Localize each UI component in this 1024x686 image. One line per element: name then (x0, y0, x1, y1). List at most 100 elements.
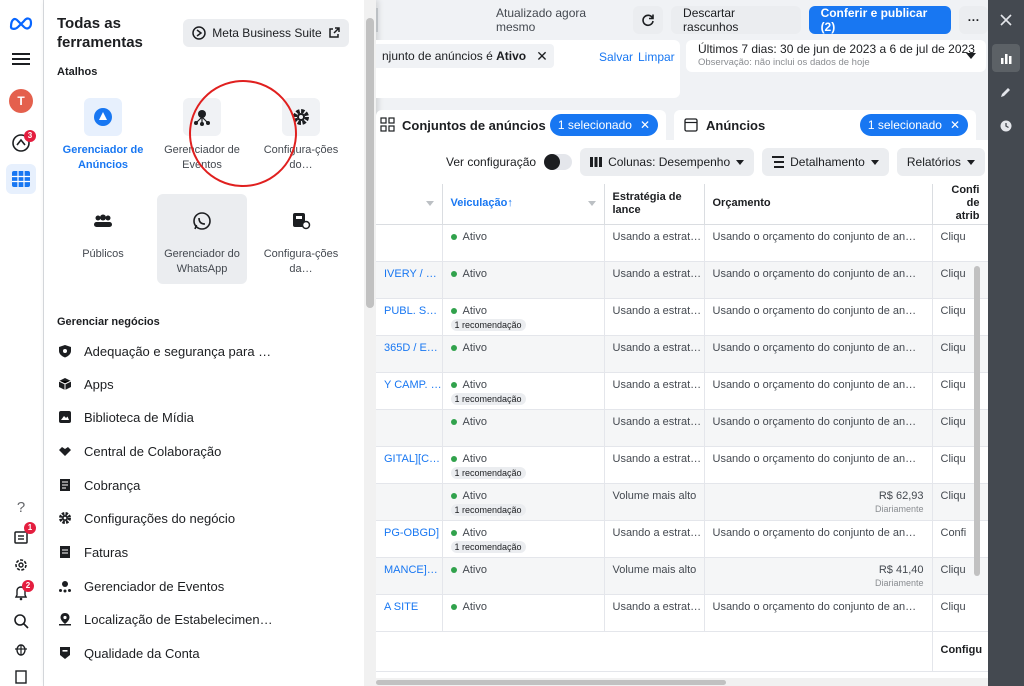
bid-strategy-cell[interactable]: Usando a estrat… (604, 224, 705, 262)
biz-item-business-settings[interactable]: Configurações do negócio (58, 505, 358, 531)
breakdown-button[interactable]: Detalhamento (762, 148, 889, 176)
biz-item-media-library[interactable]: Biblioteca de Mídia (58, 404, 358, 430)
budget-cell[interactable]: R$ 62,93 Diariamente (704, 483, 933, 521)
biz-item-brand-safety[interactable]: Adequação e segurança para … (58, 338, 358, 364)
adset-name-cell[interactable]: IVERY / … (376, 261, 443, 299)
recommendation-badge[interactable]: 1 recomendação (450, 503, 526, 516)
notifications-icon[interactable]: 3 (6, 128, 36, 158)
refresh-button[interactable] (632, 6, 664, 34)
report-icon[interactable] (6, 662, 36, 686)
budget-cell[interactable]: Usando o orçamento do conjunto de an… (704, 594, 933, 632)
budget-cell[interactable]: Usando o orçamento do conjunto de an… (704, 298, 933, 336)
adset-name-cell[interactable] (376, 224, 443, 262)
tile-events-manager[interactable]: Gerenciador de Eventos (157, 90, 247, 180)
table-row[interactable]: Ativo 1 recomendação Volume mais alto R$ 62… (376, 483, 988, 521)
column-header-bid-strategy[interactable]: Estratégia de lance (604, 184, 705, 225)
save-filter-link[interactable]: Salvar (599, 50, 633, 64)
review-publish-button[interactable]: Conferir e publicar (2) (808, 6, 952, 34)
budget-cell[interactable]: Usando o orçamento do conjunto de an… (704, 372, 933, 410)
bid-strategy-cell[interactable]: Usando a estrat… (604, 261, 705, 299)
tab-ad-sets[interactable]: Conjuntos de anúncios 1 selecionado ✕ (376, 110, 666, 140)
table-row[interactable]: Ativo Usando a estrat… Usando o orçamento … (376, 224, 988, 262)
bid-strategy-cell[interactable]: Usando a estrat… (604, 335, 705, 373)
bell-icon[interactable]: 2 (6, 578, 36, 608)
bid-strategy-cell[interactable]: Usando a estrat… (604, 409, 705, 447)
budget-cell[interactable]: R$ 41,40 Diariamente (704, 557, 933, 595)
close-icon[interactable]: ✕ (640, 118, 650, 132)
budget-cell[interactable]: Usando o orçamento do conjunto de an… (704, 446, 933, 484)
adset-name-cell[interactable]: Y CAMP. … (376, 372, 443, 410)
budget-cell[interactable]: Usando o orçamento do conjunto de an… (704, 409, 933, 447)
bid-strategy-cell[interactable]: Volume mais alto (604, 557, 705, 595)
close-icon[interactable]: ✕ (950, 118, 960, 132)
adset-name-cell[interactable]: 365D / E… (376, 335, 443, 373)
columns-button[interactable]: Colunas: Desempenho (580, 148, 755, 176)
clear-filter-link[interactable]: Limpar (638, 50, 675, 64)
horizontal-scrollbar[interactable] (376, 678, 988, 686)
biz-item-billing[interactable]: Cobrança (58, 472, 358, 498)
table-row[interactable]: GITAL][C… Ativo 1 recomendação Usando a est… (376, 446, 988, 484)
adset-name-cell[interactable] (376, 409, 443, 447)
grid-scrollbar[interactable] (972, 228, 982, 648)
bug-icon[interactable] (6, 634, 36, 664)
adsets-selected-pill[interactable]: 1 selecionado ✕ (549, 114, 658, 136)
biz-item-events-manager[interactable]: Gerenciador de Eventos (58, 573, 358, 599)
biz-item-store-locations[interactable]: Localização de Estabelecimen… (58, 606, 358, 632)
grid-table-icon[interactable] (6, 164, 36, 194)
charts-button[interactable] (992, 44, 1020, 72)
close-icon[interactable]: ✕ (536, 48, 548, 65)
discard-drafts-button[interactable]: Descartar rascunhos (671, 6, 801, 34)
budget-cell[interactable]: Usando o orçamento do conjunto de an… (704, 520, 933, 558)
tile-audiences[interactable]: Públicos (58, 194, 148, 284)
biz-item-apps[interactable]: Apps (58, 371, 358, 397)
more-options-button[interactable]: ··· (959, 6, 988, 34)
help-icon[interactable]: ? (6, 492, 36, 522)
adset-name-cell[interactable]: GITAL][C… (376, 446, 443, 484)
horizontal-scrollbar-thumb[interactable] (376, 680, 726, 685)
budget-cell[interactable]: Usando o orçamento do conjunto de an… (704, 335, 933, 373)
table-row[interactable]: MANCE]… Ativo Volume mais alto R$ 41,40 Diar… (376, 557, 988, 595)
column-header-attribution[interactable]: Confi de atrib (932, 184, 988, 225)
table-row[interactable]: IVERY / … Ativo Usando a estrat… Usando o o… (376, 261, 988, 299)
close-panel-button[interactable] (992, 6, 1020, 34)
bid-strategy-cell[interactable]: Usando a estrat… (604, 520, 705, 558)
tile-whatsapp-manager[interactable]: Gerenciador do WhatsApp (157, 194, 247, 284)
bid-strategy-cell[interactable]: Usando a estrat… (604, 298, 705, 336)
reports-button[interactable]: Relatórios (896, 148, 985, 176)
recommendation-badge[interactable]: 1 recomendação (450, 466, 526, 479)
meta-business-suite-button[interactable]: Meta Business Suite (183, 19, 349, 47)
search-icon[interactable] (6, 606, 36, 636)
biz-item-account-quality[interactable]: Qualidade da Conta (58, 640, 358, 666)
filter-chip[interactable]: njunto de anúncios é Ativo ✕ (376, 44, 554, 68)
tile-ads-manager[interactable]: Gerenciador de Anúncios (58, 90, 148, 180)
column-header-delivery[interactable]: Veiculação↑ (442, 184, 605, 225)
tools-scrollbar-thumb[interactable] (366, 18, 374, 308)
recommendation-badge[interactable]: 1 recomendação (450, 392, 526, 405)
tile-page-settings[interactable]: Configura-ções da… (256, 194, 346, 284)
bid-strategy-cell[interactable]: Usando a estrat… (604, 594, 705, 632)
table-row[interactable]: PG-OBGD] Ativo 1 recomendação Usando a estr… (376, 520, 988, 558)
tools-scrollbar[interactable] (364, 0, 376, 686)
table-row[interactable]: PUBL. S… Ativo 1 recomendação Usando a estr… (376, 298, 988, 336)
biz-item-invoices[interactable]: Faturas (58, 539, 358, 565)
budget-cell[interactable]: Usando o orçamento do conjunto de an… (704, 224, 933, 262)
adset-name-cell[interactable]: PG-OBGD] (376, 520, 443, 558)
view-config-toggle[interactable] (544, 154, 573, 170)
menu-icon[interactable] (6, 44, 36, 74)
column-header-name[interactable] (376, 184, 443, 225)
adset-name-cell[interactable]: MANCE]… (376, 557, 443, 595)
table-row[interactable]: A SITE Ativo Usando a estrat… Usando o orça… (376, 594, 988, 632)
tile-settings[interactable]: Configura-ções do… (256, 90, 346, 180)
history-button[interactable] (992, 112, 1020, 140)
biz-item-collaboration-center[interactable]: Central de Colaboração (58, 438, 358, 464)
bid-strategy-cell[interactable]: Volume mais alto (604, 483, 705, 521)
meta-logo-icon[interactable] (6, 8, 36, 38)
table-row[interactable]: Y CAMP. … Ativo 1 recomendação Usando a est… (376, 372, 988, 410)
tab-ads[interactable]: Anúncios 1 selecionado ✕ (674, 110, 976, 140)
bid-strategy-cell[interactable]: Usando a estrat… (604, 446, 705, 484)
adset-name-cell[interactable]: PUBL. S… (376, 298, 443, 336)
ads-selected-pill[interactable]: 1 selecionado ✕ (859, 114, 968, 136)
bid-strategy-cell[interactable]: Usando a estrat… (604, 372, 705, 410)
budget-cell[interactable]: Usando o orçamento do conjunto de an… (704, 261, 933, 299)
column-header-budget[interactable]: Orçamento (704, 184, 933, 225)
